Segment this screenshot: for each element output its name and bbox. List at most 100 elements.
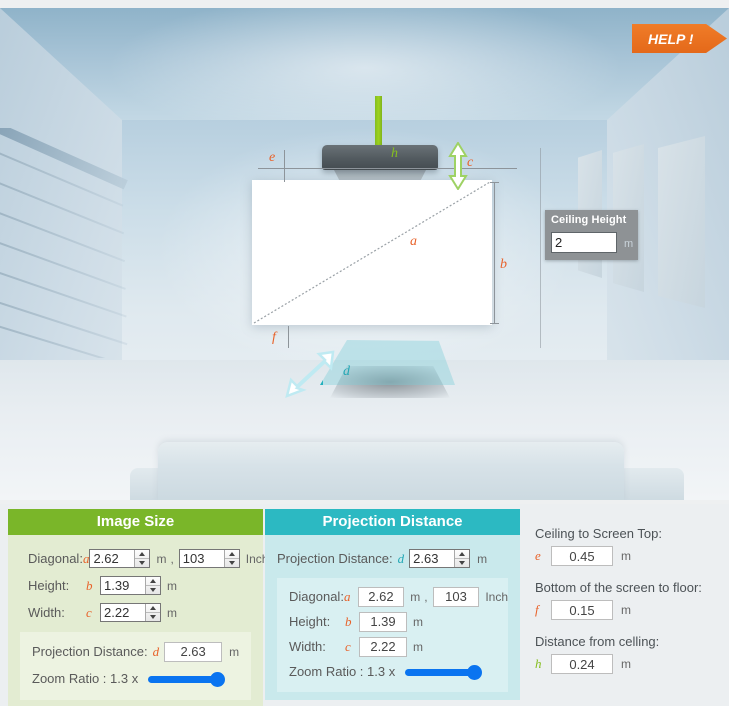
width-input[interactable] bbox=[101, 604, 145, 621]
ceiling-height-input[interactable] bbox=[551, 232, 617, 253]
height-spin-buttons[interactable] bbox=[145, 577, 160, 594]
row-pd-diagonal: Diagonal: a 2.62 m , 103 Inch bbox=[277, 584, 508, 609]
image-size-result-box: Projection Distance: d 2.63 m Zoom Ratio… bbox=[20, 632, 251, 700]
projection-distance-label: Projection Distance: bbox=[32, 644, 148, 659]
pd-width-unit: m bbox=[413, 639, 423, 654]
row-pd-height: Height: b 1.39 m bbox=[277, 609, 508, 634]
pd-diagonal-label: Diagonal: bbox=[289, 589, 344, 604]
projection-distance-title: Projection Distance bbox=[265, 509, 520, 535]
width-spin-buttons[interactable] bbox=[145, 604, 160, 621]
window-blinds bbox=[0, 128, 128, 358]
pd-spin-up[interactable] bbox=[455, 550, 470, 559]
pd-diagonal-inch-value: 103 bbox=[432, 586, 480, 607]
diagonal-inch-spin-buttons[interactable] bbox=[223, 550, 239, 567]
ceiling-to-screen-top-title: Ceiling to Screen Top: bbox=[535, 526, 662, 541]
bottom-to-floor-symbol: f bbox=[535, 602, 539, 617]
row-width: Width: c m bbox=[8, 599, 263, 626]
zoom-ratio-label: Zoom Ratio : 1.3 x bbox=[32, 671, 139, 686]
pd-zoom-ratio-slider-thumb[interactable] bbox=[467, 664, 483, 680]
bottom-to-floor-title: Bottom of the screen to floor: bbox=[535, 580, 702, 595]
pd-label: Projection Distance: bbox=[277, 551, 393, 566]
height-label: Height: bbox=[28, 578, 70, 593]
ceiling-to-screen-top-unit: m bbox=[621, 549, 631, 563]
projection-screen bbox=[252, 180, 492, 325]
diagonal-inch-input[interactable] bbox=[179, 550, 224, 567]
controls-region: Image Size Diagonal: a m , bbox=[0, 504, 729, 706]
pd-diagonal-symbol: a bbox=[343, 588, 351, 604]
image-size-card: Image Size Diagonal: a m , bbox=[8, 509, 268, 706]
width-spin-up[interactable] bbox=[146, 604, 160, 613]
diagonal-m-input[interactable] bbox=[90, 550, 135, 567]
dim-f-vertical bbox=[288, 326, 289, 348]
ceiling-height-tooltip[interactable]: Ceiling Height m bbox=[545, 210, 638, 260]
pd-spin-down[interactable] bbox=[455, 559, 469, 567]
zoom-ratio-slider[interactable] bbox=[148, 671, 226, 687]
diagonal-m-spin-down[interactable] bbox=[135, 559, 149, 567]
projection-distance-result-box: Diagonal: a 2.62 m , 103 Inch Height: b … bbox=[277, 578, 508, 692]
ceiling-to-screen-top-symbol: e bbox=[535, 548, 541, 563]
pd-symbol: d bbox=[397, 550, 405, 566]
pd-width-value: 2.22 bbox=[359, 636, 407, 657]
diagonal-m-stepper[interactable] bbox=[89, 549, 151, 568]
pd-unit: m bbox=[477, 551, 488, 566]
label-f: f bbox=[272, 330, 276, 345]
pd-height-symbol: b bbox=[345, 613, 352, 629]
pd-zoom-ratio-slider[interactable] bbox=[405, 664, 483, 680]
width-unit: m bbox=[167, 605, 177, 620]
diagonal-m-spin-buttons[interactable] bbox=[134, 550, 150, 567]
pd-diagonal-comma: , bbox=[424, 589, 428, 604]
pd-stepper[interactable] bbox=[409, 549, 471, 568]
row-pd-input: Projection Distance: d m bbox=[265, 545, 520, 572]
dim-ceiling-height-guide bbox=[540, 148, 541, 348]
pd-width-label: Width: bbox=[289, 639, 326, 654]
width-stepper[interactable] bbox=[100, 603, 161, 622]
distance-from-ceiling-value: 0.24 bbox=[551, 654, 613, 674]
bottom-to-floor-unit: m bbox=[621, 603, 631, 617]
height-input[interactable] bbox=[101, 577, 145, 594]
bottom-to-floor-row: f 0.15 m bbox=[535, 600, 725, 620]
distance-from-ceiling-row: h 0.24 m bbox=[535, 654, 725, 674]
label-c: c bbox=[467, 155, 474, 170]
distance-from-ceiling-symbol: h bbox=[535, 656, 542, 671]
pd-diagonal-inch-unit: Inch bbox=[485, 589, 509, 604]
projection-distance-symbol: d bbox=[152, 643, 160, 659]
ceiling-height-title: Ceiling Height bbox=[551, 214, 627, 226]
row-height: Height: b m bbox=[8, 572, 263, 599]
pd-height-unit: m bbox=[413, 614, 423, 629]
diagonal-m-spin-up[interactable] bbox=[135, 550, 150, 559]
couch-arm-right bbox=[618, 468, 684, 500]
height-symbol: b bbox=[86, 577, 93, 593]
width-spin-down[interactable] bbox=[146, 613, 160, 621]
room-scene: e h c a b f d Ceiling Height m 2 HELP ! bbox=[0, 8, 729, 500]
dim-top-horizontal-right bbox=[492, 168, 517, 169]
zoom-ratio-slider-thumb[interactable] bbox=[210, 671, 226, 687]
projection-distance-value: 2.63 bbox=[164, 641, 223, 662]
diagonal-m-unit: m bbox=[156, 551, 167, 566]
label-d: d bbox=[343, 364, 350, 379]
couch bbox=[158, 442, 624, 500]
distance-from-ceiling-title: Distance from celling: bbox=[535, 634, 660, 649]
row-pd-zoom-ratio: Zoom Ratio : 1.3 x bbox=[277, 659, 508, 684]
diagonal-inch-spin-up[interactable] bbox=[224, 550, 239, 559]
diagonal-label: Diagonal: bbox=[28, 551, 83, 566]
width-label: Width: bbox=[28, 605, 65, 620]
pd-width-symbol: c bbox=[345, 638, 351, 654]
pd-zoom-ratio-slider-track[interactable] bbox=[405, 668, 476, 676]
diagonal-inch-spin-down[interactable] bbox=[225, 559, 239, 567]
pd-input[interactable] bbox=[410, 550, 455, 567]
projector-calculator-app: e h c a b f d Ceiling Height m 2 HELP ! … bbox=[0, 0, 729, 706]
width-symbol: c bbox=[86, 604, 92, 620]
row-diagonal: Diagonal: a m , bbox=[8, 545, 268, 572]
row-pd-width: Width: c 2.22 m bbox=[277, 634, 508, 659]
height-spin-down[interactable] bbox=[146, 586, 160, 594]
dim-e-vertical bbox=[284, 150, 285, 182]
projection-distance-card: Projection Distance Projection Distance:… bbox=[265, 509, 520, 700]
zoom-ratio-slider-track[interactable] bbox=[148, 675, 219, 683]
diagonal-inch-stepper[interactable] bbox=[178, 549, 240, 568]
label-b: b bbox=[500, 257, 507, 272]
image-size-title: Image Size bbox=[8, 509, 263, 535]
dim-b-tick-bottom bbox=[490, 323, 499, 324]
pd-spin-buttons[interactable] bbox=[454, 550, 470, 567]
height-stepper[interactable] bbox=[100, 576, 161, 595]
height-spin-up[interactable] bbox=[146, 577, 160, 586]
